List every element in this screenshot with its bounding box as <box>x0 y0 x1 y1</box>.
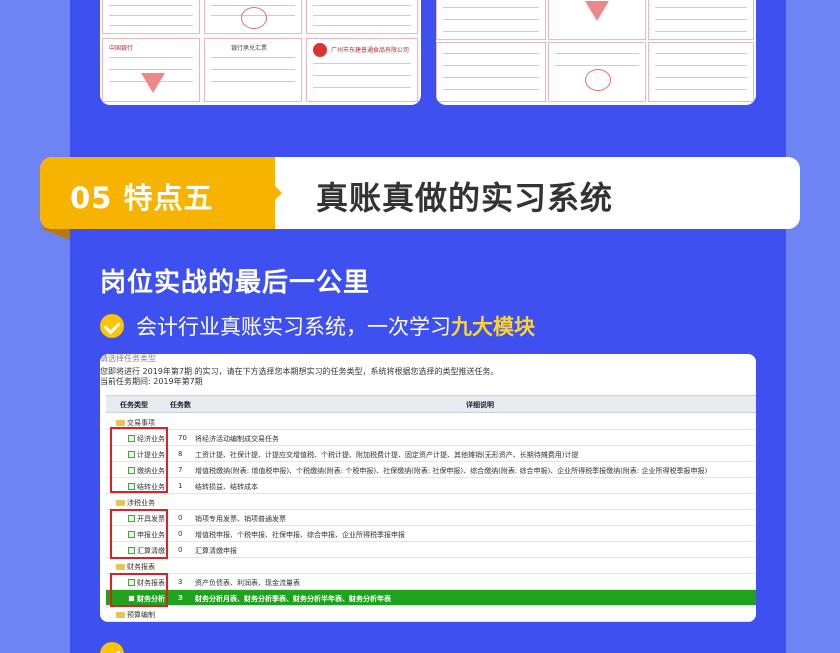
invoice-doc <box>436 42 546 102</box>
invoice-doc <box>548 42 646 102</box>
invoice-thumbnail-left: 中国银行 银行承兑汇票 广州市东建普通食品有限公司 <box>100 0 421 105</box>
screenshot-caption-line1: 您即将进行 2019年第7期 的实习，请在下方选择您本期想实习的任务类型，系统将… <box>100 367 499 376</box>
company-receipt-doc: 广州市东建普通食品有限公司 <box>306 38 418 102</box>
header-detail: 详细说明 <box>466 401 494 409</box>
task-type-cell: 财务报表 <box>116 562 155 572</box>
folder-icon <box>116 612 125 618</box>
feature-tag: 05 特点五 <box>40 157 275 229</box>
company-name: 广州市东建普通食品有限公司 <box>331 47 410 54</box>
task-type-cell: 涉税业务 <box>116 498 155 508</box>
screenshot-caption-line2: 当前任务期间: 2019年第7期 <box>100 377 203 386</box>
task-detail: 增值税缴纳(附表: 增值税申报)、个税缴纳(附表: 个税申报)、社保缴纳(附表:… <box>195 467 708 475</box>
stamp-triangle-icon <box>141 73 165 93</box>
task-detail: 资产负债表、利润表、现金流量表 <box>195 579 300 587</box>
task-row[interactable]: 汇算清缴 0 汇算清缴申报 <box>106 542 756 558</box>
task-row[interactable]: 结转业务 1 结转损益、结转成本 <box>106 478 756 494</box>
task-type-label: 财务报表 <box>127 563 155 571</box>
task-count: 8 <box>178 450 183 458</box>
feature-tag-label: 05 特点五 <box>70 181 214 215</box>
feature-banner: 05 特点五 真账真做的实习系统 <box>40 157 800 229</box>
highlight-box-tax <box>110 509 168 559</box>
task-row[interactable]: 财务报表 3 资产负债表、利润表、现金流量表 <box>106 574 756 590</box>
header-count: 任务数 <box>170 401 191 409</box>
invoice-doc <box>648 42 754 102</box>
task-type-label: 预算编制 <box>127 611 155 619</box>
task-count: 7 <box>178 466 183 474</box>
invoice-doc <box>306 0 418 34</box>
task-row[interactable]: 缴纳业务 7 增值税缴纳(附表: 增值税申报)、个税缴纳(附表: 个税申报)、社保缴… <box>106 462 756 478</box>
header-type: 任务类型 <box>120 401 148 409</box>
check-circle-icon <box>100 642 124 653</box>
highlight-box-report <box>110 573 168 607</box>
invoice-doc <box>648 0 754 40</box>
task-count: 1 <box>178 482 183 490</box>
task-row[interactable]: 经济业务 70 将经济活动编制成交易任务 <box>106 430 756 446</box>
task-row[interactable]: 申报业务 0 增值税申报、个税申报、社保申报、综合申报、企业所得税季报申报 <box>106 526 756 542</box>
banner-fold <box>40 228 70 240</box>
acceptance-draft-doc: 银行承兑汇票 <box>204 38 302 102</box>
folder-icon <box>116 500 125 506</box>
task-count: 70 <box>178 434 187 442</box>
task-row[interactable]: 计提业务 8 工资计提、社保计提、计提应交增值税、个税计提、附加税费计提、固定资产计… <box>106 446 756 462</box>
task-group-row[interactable]: 涉税业务 <box>106 494 756 510</box>
check-circle-icon <box>100 314 124 338</box>
task-type-cell: 预算编制 <box>116 610 155 620</box>
task-group-row[interactable]: 财务报表 <box>106 558 756 574</box>
task-detail: 工资计提、社保计提、计提应交增值税、个税计提、附加税费计提、固定资产计提、其他摊… <box>195 451 579 459</box>
highlight-box-trade <box>110 427 168 493</box>
task-detail: 将经济活动编制成交易任务 <box>195 435 279 443</box>
task-count: 0 <box>178 546 183 554</box>
section-title: 岗位实战的最后一公里 <box>100 268 371 298</box>
bank-name: 中国银行 <box>109 45 134 52</box>
draft-title: 银行承兑汇票 <box>231 45 268 52</box>
stamp-triangle-icon <box>585 1 609 21</box>
feature-title: 真账真做的实习系统 <box>316 179 614 217</box>
bank-receipt-doc: 中国银行 <box>102 38 200 102</box>
tag-arrow-icon <box>274 185 282 201</box>
bullet-text: 会计行业真账实习系统，一次学习 <box>136 315 451 339</box>
task-count: 0 <box>178 514 183 522</box>
task-table-header: 任务类型 任务数 详细说明 <box>106 395 756 413</box>
task-detail: 增值税申报、个税申报、社保申报、综合申报、企业所得税季报申报 <box>195 531 405 539</box>
task-row[interactable]: 财务分析 3 财务分析月表、财务分析季表、财务分析半年表、财务分析年表 <box>106 590 756 606</box>
task-detail: 结转损益、结转成本 <box>195 483 258 491</box>
task-count: 3 <box>178 594 183 602</box>
task-detail: 汇算清缴申报 <box>195 547 237 555</box>
folder-icon <box>116 564 125 570</box>
folder-icon <box>116 420 125 426</box>
task-group-row[interactable]: 交易事项 <box>106 414 756 430</box>
invoice-doc <box>548 0 646 40</box>
company-seal-icon <box>313 43 327 57</box>
system-screenshot: 请选择任务类型 您即将进行 2019年第7期 的实习，请在下方选择您本期想实习的… <box>100 354 756 622</box>
screenshot-caption-top: 请选择任务类型 <box>100 354 156 363</box>
task-count: 0 <box>178 530 183 538</box>
task-detail: 财务分析月表、财务分析季表、财务分析半年表、财务分析年表 <box>195 595 391 603</box>
invoice-doc <box>204 0 302 34</box>
next-bullet-peek <box>100 642 136 653</box>
task-type-label: 交易事项 <box>127 419 155 427</box>
task-count: 3 <box>178 578 183 586</box>
task-detail: 销项专用发票、销项普通发票 <box>195 515 286 523</box>
invoice-doc <box>436 0 546 40</box>
invoice-doc <box>102 0 200 34</box>
bullet-point: 会计行业真账实习系统，一次学习九大模块 <box>100 313 535 341</box>
task-type-label: 涉税业务 <box>127 499 155 507</box>
task-row[interactable]: 开具发票 0 销项专用发票、销项普通发票 <box>106 510 756 526</box>
task-group-row[interactable]: 预算编制 <box>106 606 756 622</box>
bullet-highlight: 九大模块 <box>451 315 535 339</box>
invoice-thumbnail-right <box>436 0 756 105</box>
